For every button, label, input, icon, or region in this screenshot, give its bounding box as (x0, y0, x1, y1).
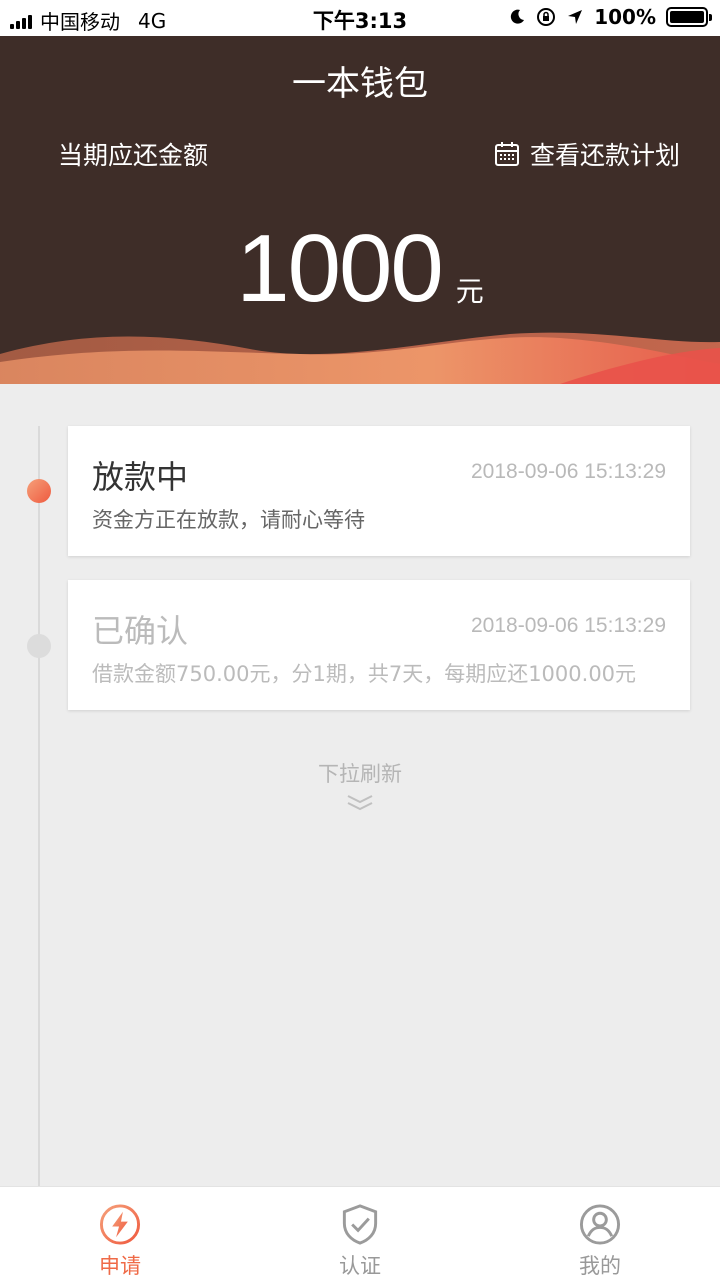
tab-label: 我的 (579, 1254, 621, 1278)
card-time: 2018-09-06 15:13:29 (471, 614, 666, 637)
user-icon (579, 1204, 621, 1245)
due-amount-value: 1000 (236, 215, 444, 322)
location-icon (568, 10, 583, 24)
header-wave (0, 332, 720, 384)
card-time: 2018-09-06 15:13:29 (471, 460, 666, 483)
due-amount-unit: 元 (455, 275, 484, 308)
timeline-dot-inactive (27, 634, 51, 658)
status-bar: 中国移动 4G 下午3:13 100% (0, 0, 720, 36)
page-title: 一本钱包 (292, 64, 428, 104)
card-title: 已确认 (92, 612, 189, 650)
pull-refresh-hint: 下拉刷新 (0, 758, 720, 812)
repayment-plan-link[interactable]: 查看还款计划 (494, 136, 680, 172)
timeline-card-confirmed: 已确认 2018-09-06 15:13:29 借款金额750.00元，分1期，… (68, 580, 690, 710)
tab-mine[interactable]: 我的 (480, 1187, 720, 1280)
card-desc: 借款金额750.00元，分1期，共7天，每期应还1000.00元 (92, 662, 637, 686)
shield-check-icon (342, 1204, 378, 1245)
lightning-icon (99, 1204, 141, 1245)
moon-icon (511, 9, 525, 24)
repayment-plan-label: 查看还款计划 (529, 141, 680, 170)
due-amount: 1000 元 (0, 214, 720, 324)
pull-refresh-label: 下拉刷新 (318, 762, 402, 786)
rotation-lock-icon (537, 8, 556, 26)
due-amount-label: 当期应还金额 (58, 141, 209, 170)
card-desc: 资金方正在放款，请耐心等待 (92, 508, 365, 532)
tab-apply[interactable]: 申请 (0, 1187, 240, 1280)
battery-icon (666, 7, 712, 27)
tab-label: 申请 (99, 1254, 141, 1278)
battery-percent: 100% (594, 5, 656, 29)
header-panel: 一本钱包 当期应还金额 查看还款计划 1000 元 (0, 36, 720, 384)
timeline-dot-active (27, 479, 51, 503)
tab-verify[interactable]: 认证 (240, 1187, 480, 1280)
tab-label: 认证 (339, 1254, 381, 1278)
bottom-tab-bar: 申请 认证 我的 (0, 1186, 720, 1280)
double-chevron-down-icon (347, 795, 373, 811)
timeline-card-disbursing: 放款中 2018-09-06 15:13:29 资金方正在放款，请耐心等待 (68, 426, 690, 556)
calendar-icon (494, 142, 519, 166)
card-title: 放款中 (92, 458, 189, 496)
